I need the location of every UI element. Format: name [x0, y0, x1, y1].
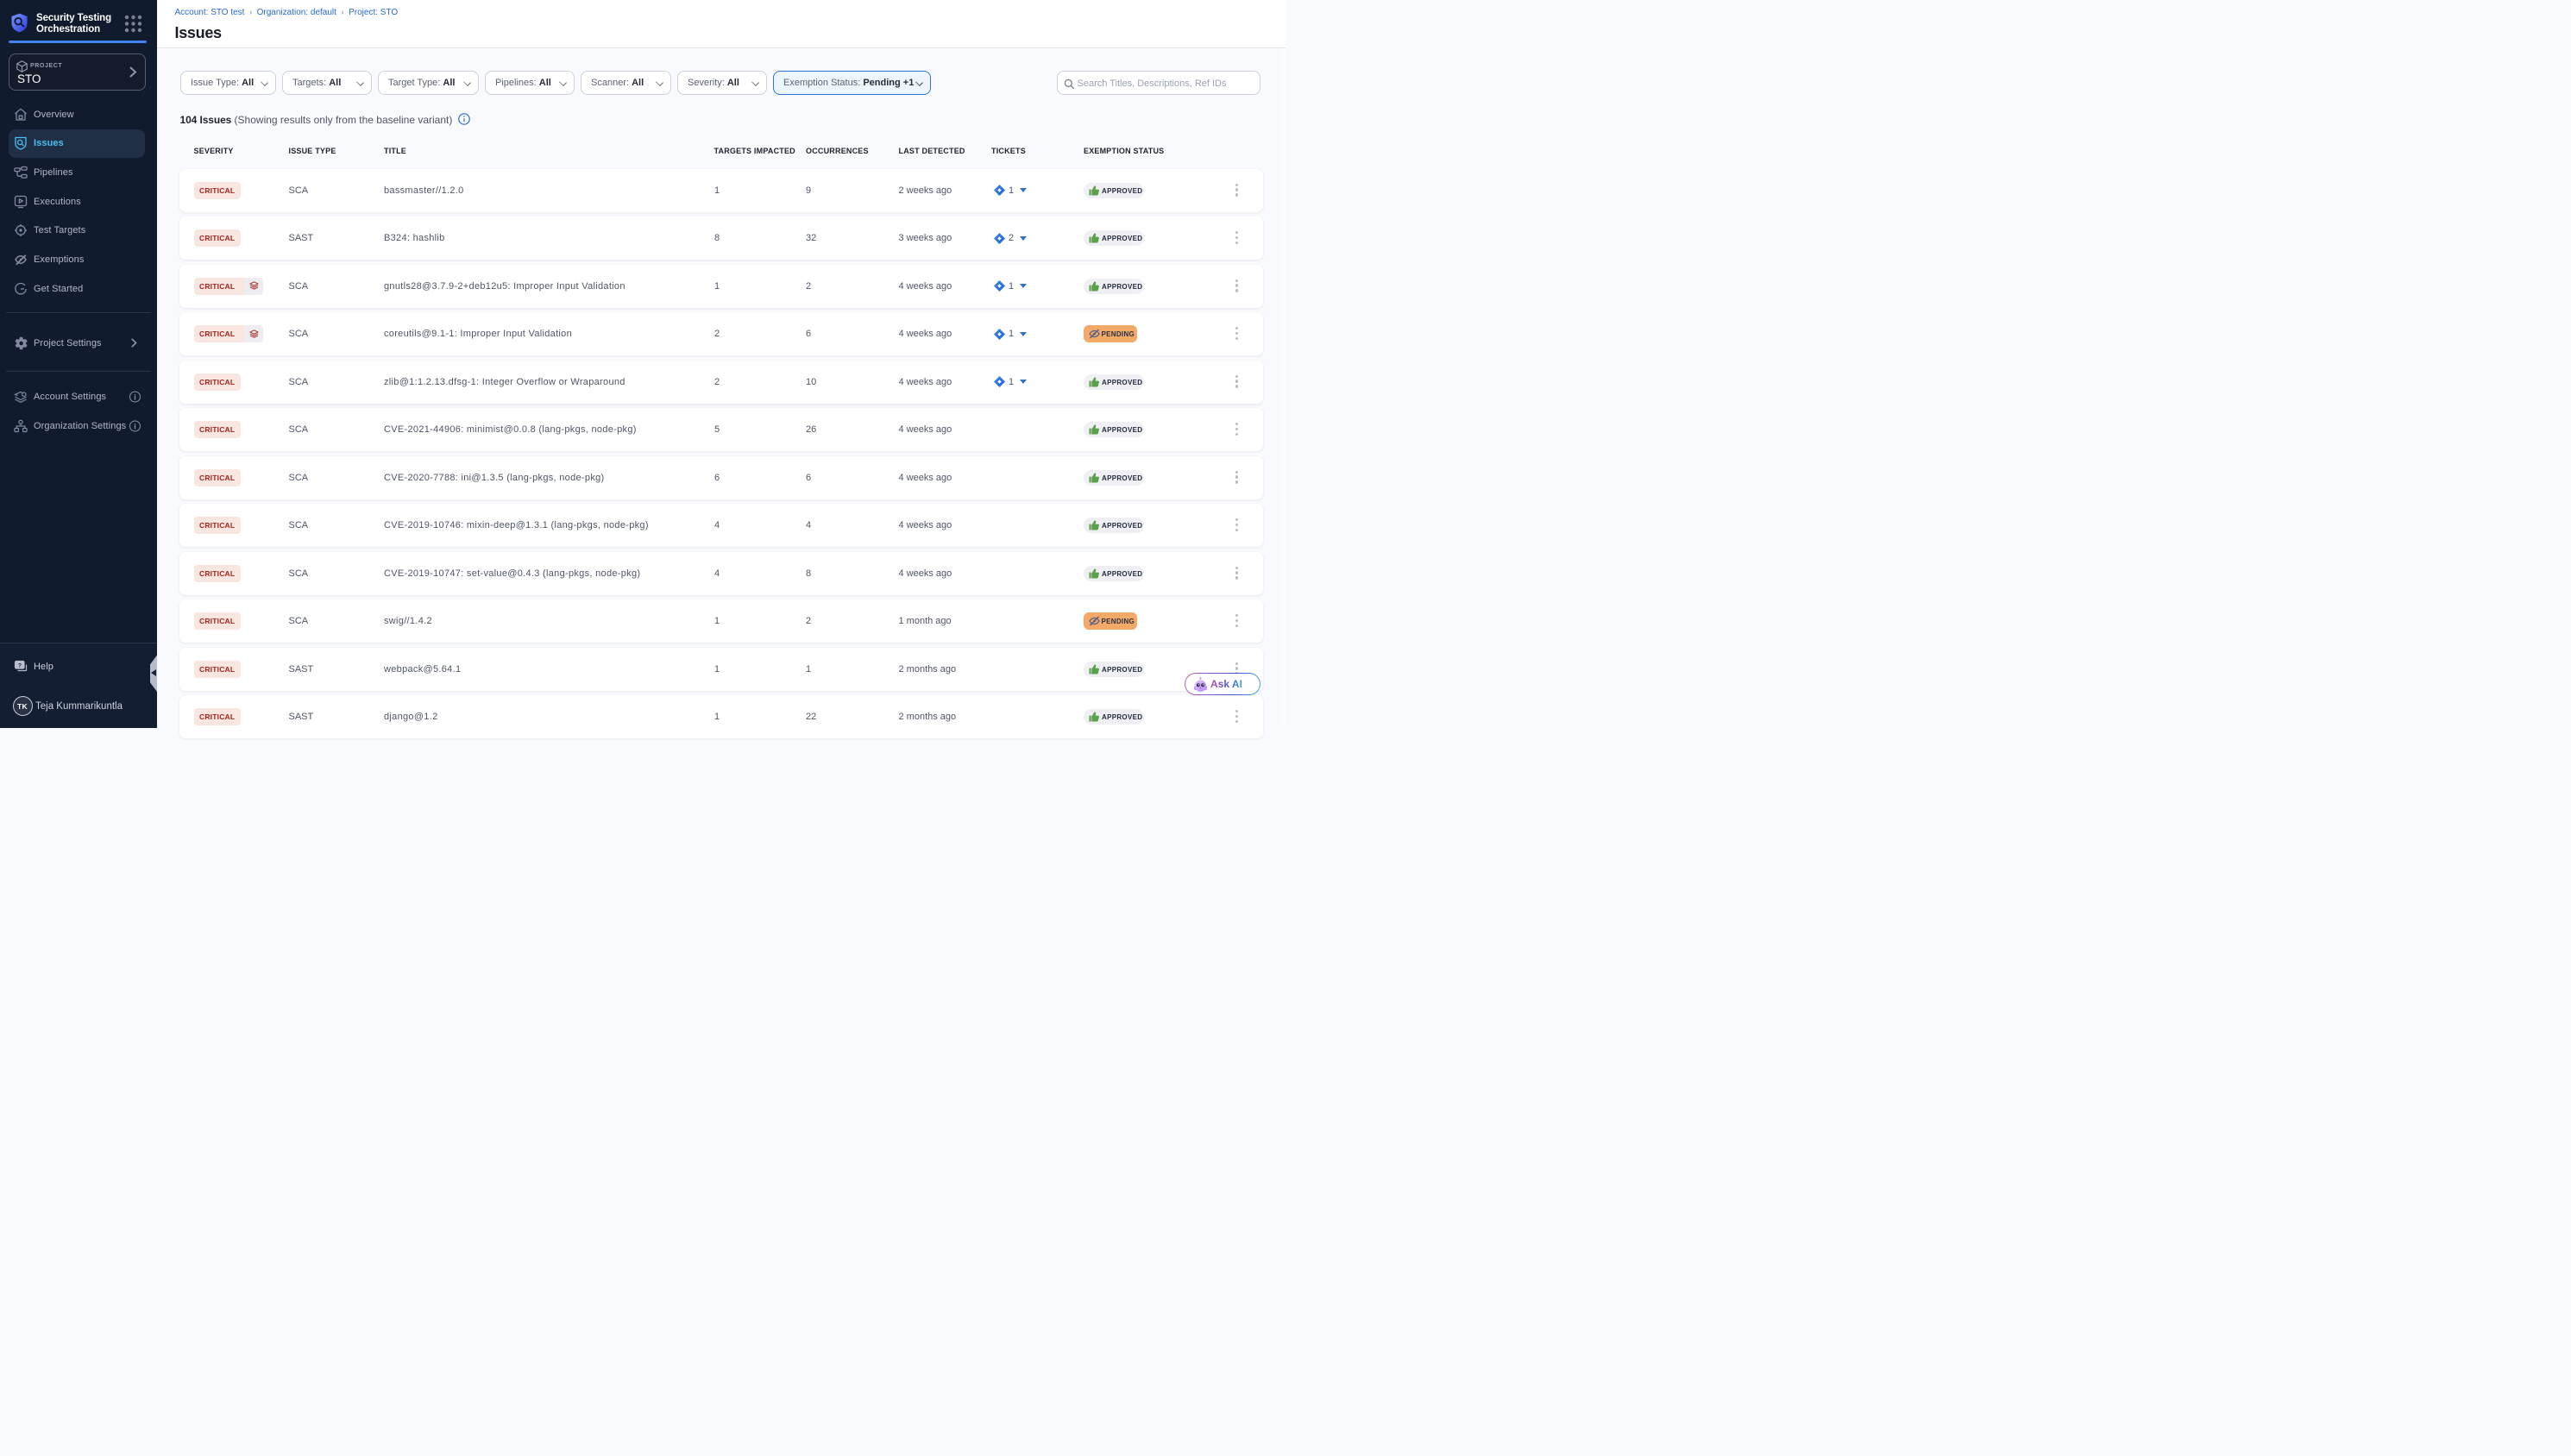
svg-text:?: ?	[18, 662, 22, 668]
